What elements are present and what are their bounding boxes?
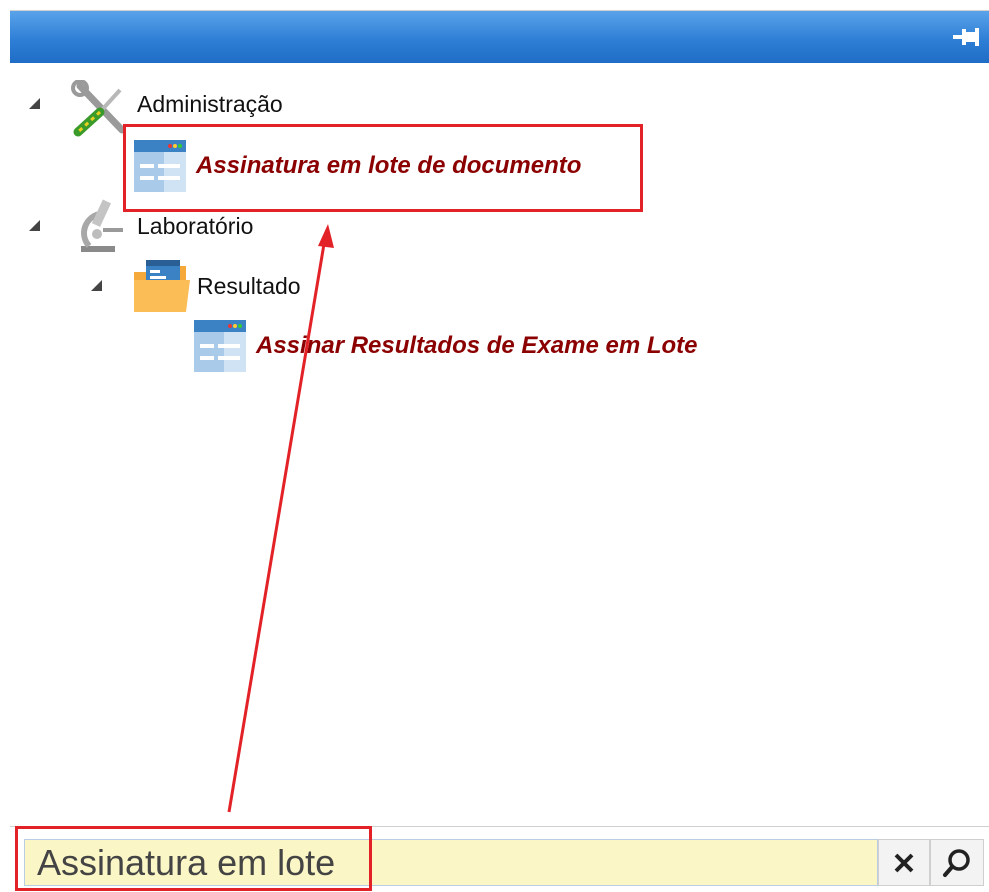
tools-icon xyxy=(70,79,132,143)
close-icon xyxy=(894,853,914,872)
tree-leaf-label: Assinar Resultados de Exame em Lote xyxy=(256,332,698,359)
search-input[interactable] xyxy=(24,839,878,886)
tree-node-label: Laboratório xyxy=(137,212,254,239)
window-form-icon xyxy=(194,320,246,377)
expand-toggle-icon[interactable] xyxy=(29,98,40,109)
tree-node-resultado[interactable]: Resultado xyxy=(197,264,301,308)
tree-node-label: Administração xyxy=(137,90,283,117)
pin-icon[interactable] xyxy=(953,25,979,49)
tree-node-administracao[interactable]: Administração xyxy=(137,82,283,126)
clear-button[interactable] xyxy=(878,839,930,886)
tree-leaf-label: Assinatura em lote de documento xyxy=(196,152,582,179)
expand-toggle-icon[interactable] xyxy=(91,280,102,291)
tree-node-laboratorio[interactable]: Laboratório xyxy=(137,204,253,248)
tree-leaf-assinatura-lote[interactable]: Assinatura em lote de documento xyxy=(196,144,581,188)
panel-header xyxy=(10,11,989,63)
folder-icon xyxy=(134,258,190,319)
annotation-arrow xyxy=(227,224,334,813)
tree-node-label: Resultado xyxy=(197,272,301,299)
top-border xyxy=(10,0,989,11)
search-button[interactable] xyxy=(930,839,984,886)
window-form-icon xyxy=(134,140,186,197)
search-icon xyxy=(943,848,970,877)
tree-leaf-assinar-resultados[interactable]: Assinar Resultados de Exame em Lote xyxy=(256,324,698,368)
search-bar xyxy=(10,826,989,892)
expand-toggle-icon[interactable] xyxy=(29,220,40,231)
microscope-icon xyxy=(75,198,133,259)
